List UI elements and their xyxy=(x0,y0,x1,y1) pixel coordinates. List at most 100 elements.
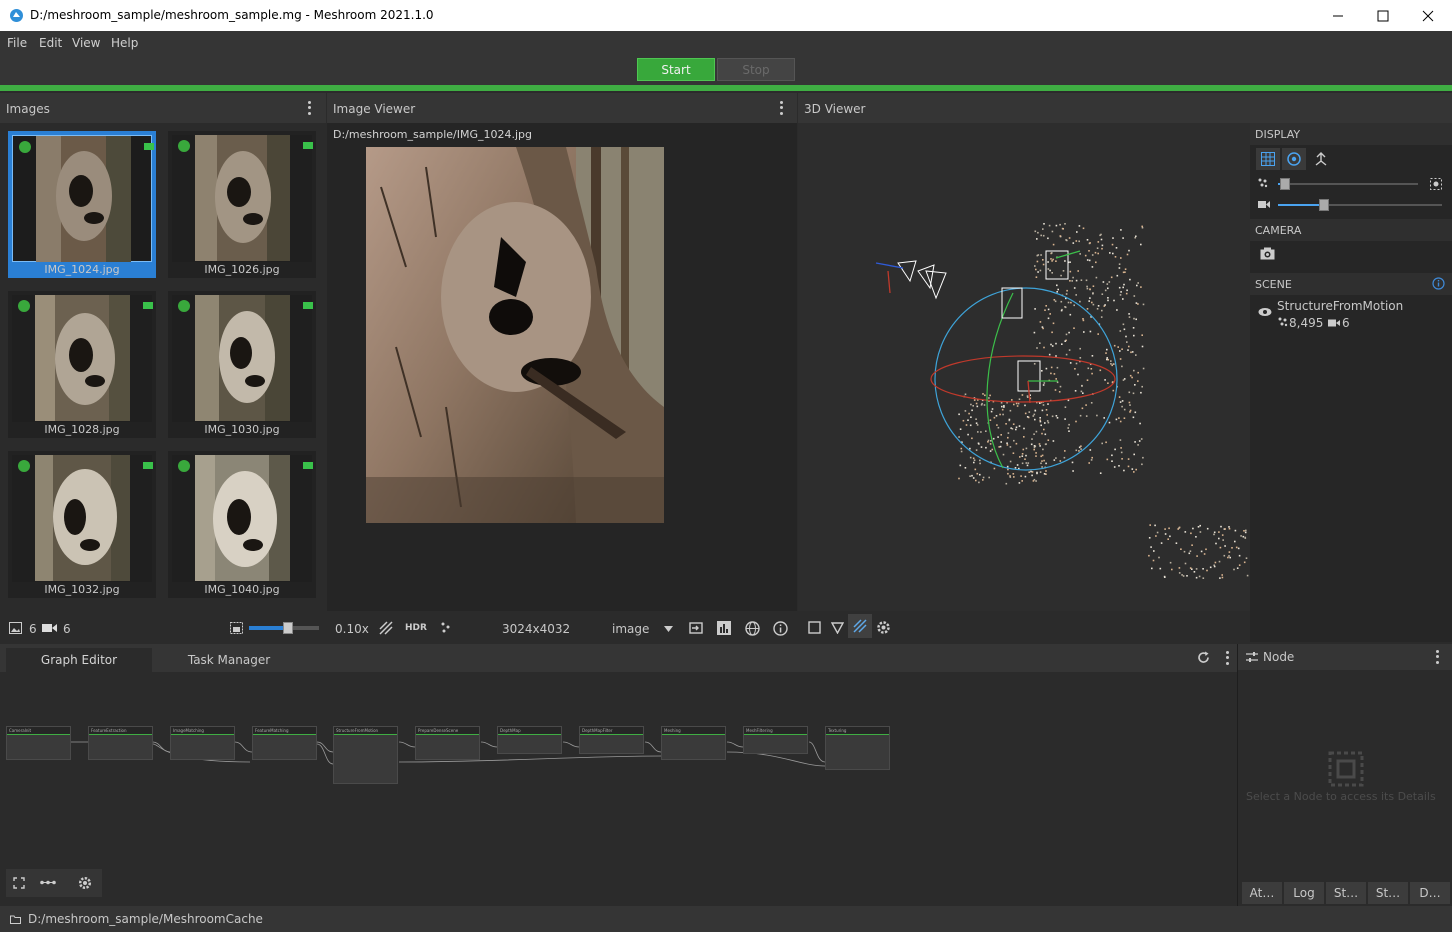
refresh-icon[interactable] xyxy=(1197,651,1210,664)
features-icon[interactable] xyxy=(440,621,452,633)
3d-viewer-footer xyxy=(798,611,1250,642)
graph-node[interactable]: FeatureMatching xyxy=(252,726,317,760)
menu-edit[interactable]: Edit xyxy=(39,36,62,50)
chevron-down-icon[interactable] xyxy=(664,626,673,632)
image-thumbnail[interactable]: IMG_1028.jpg xyxy=(8,291,156,438)
point-cloud-image xyxy=(875,223,1249,579)
start-button[interactable]: Start xyxy=(637,58,715,81)
tab-task-manager[interactable]: Task Manager xyxy=(154,648,304,672)
image-thumbnail[interactable]: IMG_1040.jpg xyxy=(168,451,316,598)
image-thumbnail[interactable]: IMG_1024.jpg xyxy=(8,131,156,278)
axis-icon[interactable] xyxy=(1314,152,1328,166)
menu-file[interactable]: File xyxy=(7,36,27,50)
image-viewer-title: Image Viewer xyxy=(333,102,416,116)
node-panel: Node Select a Node to access its Details… xyxy=(1237,644,1452,906)
info-icon[interactable] xyxy=(1432,277,1445,290)
cache-path[interactable]: D:/meshroom_sample/MeshroomCache xyxy=(28,912,263,926)
image-viewer-header: Image Viewer xyxy=(327,93,797,123)
tab-attributes[interactable]: At… xyxy=(1242,882,1282,904)
zoom-level[interactable]: 0.10x xyxy=(335,622,369,636)
tree-photo-image xyxy=(35,295,130,421)
meshroom-logo-icon xyxy=(10,9,23,22)
image-thumbnail[interactable]: IMG_1030.jpg xyxy=(168,291,316,438)
graph-node[interactable]: PrepareDenseScene xyxy=(415,726,480,760)
channel-select[interactable]: image xyxy=(612,622,649,636)
thumbnail-frame xyxy=(12,455,153,582)
tab-graph-editor[interactable]: Graph Editor xyxy=(6,648,152,672)
fixed-size-icon[interactable] xyxy=(1430,178,1442,190)
graph-node[interactable]: ImageMatching xyxy=(170,726,235,760)
tab-documentation[interactable]: D… xyxy=(1410,882,1450,904)
gear-icon[interactable] xyxy=(876,620,891,635)
tab-statistics[interactable]: St… xyxy=(1326,882,1366,904)
camera-status-icon xyxy=(143,462,153,469)
textured-mode-button[interactable] xyxy=(848,614,872,638)
scene-item-name[interactable]: StructureFromMotion xyxy=(1277,299,1403,313)
graph-node-label: Texturing xyxy=(826,727,889,734)
thumbnail-label: IMG_1030.jpg xyxy=(204,423,280,436)
more-options-icon[interactable] xyxy=(1220,650,1234,666)
more-options-icon[interactable] xyxy=(302,100,316,116)
menu-help[interactable]: Help xyxy=(111,36,138,50)
maximize-icon[interactable] xyxy=(1360,0,1406,31)
3d-inspector: DISPLAY CAMERA SCENE StructureFromMotion… xyxy=(1250,123,1452,642)
eye-icon[interactable] xyxy=(1258,307,1272,317)
export-icon[interactable] xyxy=(689,621,703,635)
stop-button[interactable]: Stop xyxy=(717,58,795,81)
menu-bar: File Edit View Help xyxy=(0,31,1452,55)
graph-node[interactable]: StructureFromMotion xyxy=(333,726,398,784)
3d-viewer-panel: 3D Viewer DISPLAY CAMERA SCENE Structure… xyxy=(798,93,1452,642)
more-options-icon[interactable] xyxy=(1430,649,1444,665)
thumbnail-size-slider[interactable] xyxy=(249,622,319,634)
3d-scene-canvas[interactable] xyxy=(798,123,1250,613)
graph-node[interactable]: Texturing xyxy=(825,726,890,770)
tab-log[interactable]: Log xyxy=(1284,882,1324,904)
histogram-icon[interactable] xyxy=(717,621,731,635)
more-options-icon[interactable] xyxy=(774,100,788,116)
graph-node[interactable]: DepthMap xyxy=(497,726,562,754)
image-thumbnail[interactable]: IMG_1026.jpg xyxy=(168,131,316,278)
graph-node-status-bar xyxy=(171,734,234,735)
thumbnail-frame xyxy=(12,135,154,262)
graph-node[interactable]: MeshFiltering xyxy=(743,726,808,754)
gear-icon[interactable] xyxy=(78,876,92,890)
image-thumbnail[interactable]: IMG_1032.jpg xyxy=(8,451,156,598)
close-icon[interactable] xyxy=(1405,0,1451,31)
mesh-triangle-icon[interactable] xyxy=(831,621,844,634)
status-bar: D:/meshroom_sample/MeshroomCache xyxy=(0,906,1452,932)
fit-view-icon[interactable] xyxy=(13,877,25,889)
tab-status[interactable]: St… xyxy=(1368,882,1408,904)
info-icon[interactable] xyxy=(773,621,788,636)
tree-photo-image xyxy=(195,135,290,261)
gizmo-toggle[interactable] xyxy=(1282,148,1306,170)
graph-node-label: StructureFromMotion xyxy=(334,727,397,734)
graph-node-status-bar xyxy=(744,734,807,735)
grid-toggle[interactable] xyxy=(1256,148,1280,170)
minimize-icon[interactable] xyxy=(1315,0,1361,31)
point-size-slider-handle[interactable] xyxy=(1280,178,1290,190)
tree-photo-image xyxy=(195,295,290,421)
point-size-icon xyxy=(1258,178,1268,188)
camera-scale-slider-handle[interactable] xyxy=(1319,199,1329,211)
graph-node[interactable]: Meshing xyxy=(661,726,726,760)
camera-scale-slider[interactable] xyxy=(1278,199,1442,211)
graph-node[interactable]: CameraInit xyxy=(6,726,71,760)
thumbnail-size-slider-handle[interactable] xyxy=(283,622,293,634)
point-size-slider[interactable] xyxy=(1278,178,1418,190)
graph-node[interactable]: DepthMapFilter xyxy=(579,726,644,754)
images-panel-title: Images xyxy=(6,102,50,116)
menu-view[interactable]: View xyxy=(72,36,100,50)
image-canvas[interactable]: D:/meshroom_sample/IMG_1024.jpg xyxy=(327,123,797,613)
aspect-ratio-icon[interactable] xyxy=(379,621,393,635)
hdr-toggle[interactable]: HDR xyxy=(405,623,427,633)
bounding-box-icon[interactable] xyxy=(808,621,821,634)
node-panel-tabs: At… Log St… St… D… xyxy=(1242,882,1452,904)
globe-icon[interactable] xyxy=(745,621,760,636)
image-path-label: D:/meshroom_sample/IMG_1024.jpg xyxy=(333,128,532,141)
image-icon xyxy=(9,622,22,634)
graph-node[interactable]: FeatureExtraction xyxy=(88,726,153,760)
points-icon xyxy=(1278,317,1288,327)
graph-canvas[interactable]: CameraInit FeatureExtraction ImageMatching… xyxy=(0,672,1237,906)
layout-icon[interactable] xyxy=(40,880,56,885)
camera-photo-icon[interactable] xyxy=(1260,247,1275,260)
